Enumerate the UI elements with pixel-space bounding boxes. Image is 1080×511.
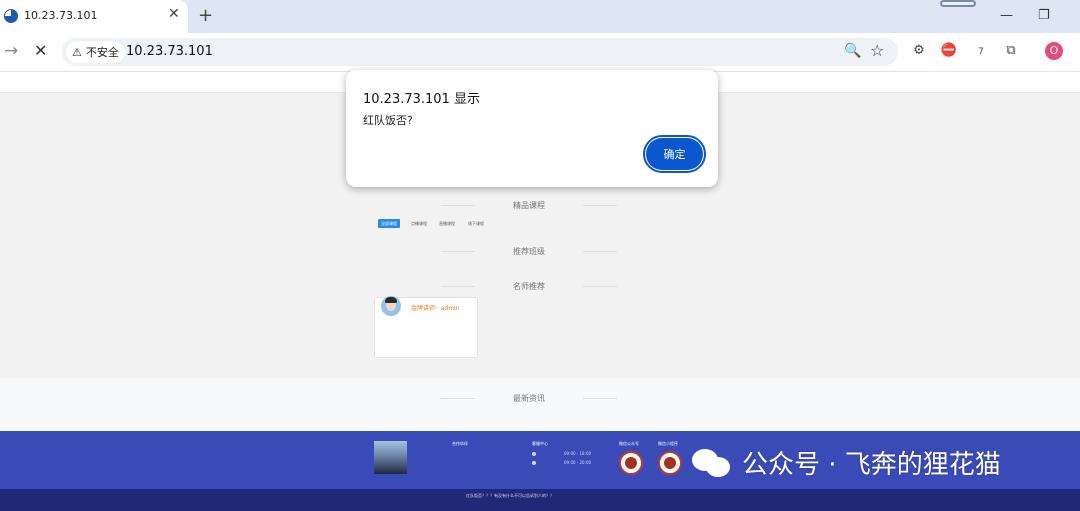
phone-icon	[532, 452, 536, 456]
service-hours-2: 09:00 - 20:00	[564, 460, 592, 465]
new-tab-button[interactable]: +	[198, 5, 213, 26]
teacher-name[interactable]: 金牌讲师 · admin	[411, 303, 460, 312]
gear-extension-icon[interactable]: ⚙	[910, 42, 928, 60]
copyright-bar: 红队饭否？？？有没有什么不可以告诉别人的？？	[0, 489, 1080, 511]
forward-icon[interactable]: →	[4, 41, 18, 61]
teacher-avatar	[381, 296, 401, 316]
section-title-classes: 推荐班级	[429, 246, 629, 257]
tab-search-pill[interactable]	[940, 0, 976, 7]
news-section: 最新资讯	[0, 378, 1080, 431]
alert-dialog: 10.23.73.101 显示 红队饭否? 确定	[346, 70, 718, 187]
filter-offline-courses[interactable]: 线下课程	[465, 219, 487, 228]
watermark-text: 公众号 · 飞奔的狸花猫	[742, 450, 1001, 480]
wechat-logo-icon	[692, 445, 732, 481]
address-bar[interactable]: ⚠ 不安全 10.23.73.101 🔍 ☆	[62, 38, 898, 66]
filter-all-courses[interactable]: 全部课程	[378, 219, 400, 228]
section-title-teachers: 名师推荐	[429, 281, 629, 292]
security-chip[interactable]: ⚠ 不安全	[66, 41, 125, 63]
dialog-title: 10.23.73.101 显示	[363, 92, 480, 107]
footer-image	[374, 441, 407, 474]
wechat-watermark: 公众号 · 飞奔的狸花猫	[692, 444, 1001, 481]
footer-miniprogram-heading: 微信小程序	[658, 441, 678, 446]
minimize-button[interactable]: —	[1000, 8, 1013, 23]
section-title-news: 最新资讯	[429, 393, 629, 404]
wechat-qr-code	[619, 451, 643, 475]
browser-toolbar: → ✕ ⚠ 不安全 10.23.73.101 🔍 ☆ ⚙ ⛔ 7 ⧉ O	[0, 33, 1080, 72]
footer-service-heading: 客服中心	[532, 441, 548, 446]
tab-strip: 10.23.73.101 ✕ + — ❐	[0, 0, 1080, 33]
footer-wechat-heading: 微信公众号	[619, 441, 639, 446]
clock-icon	[532, 461, 536, 465]
teacher-card[interactable]: 金牌讲师 · admin	[374, 296, 478, 358]
close-tab-icon[interactable]: ✕	[168, 6, 180, 22]
extension-badge: 7	[978, 47, 984, 57]
copyright-text: 红队饭否？？？有没有什么不可以告诉别人的？？	[466, 493, 554, 498]
url-text[interactable]: 10.23.73.101	[126, 44, 213, 59]
miniprogram-qr-code	[658, 451, 682, 475]
stop-loading-icon[interactable]: ✕	[34, 41, 47, 60]
restore-button[interactable]: ❐	[1038, 8, 1050, 23]
blocked-extension-icon[interactable]: ⛔	[940, 42, 958, 60]
footer-partners-heading: 合作伙伴	[452, 441, 468, 446]
counter-extension-icon[interactable]: 7	[972, 42, 990, 60]
filter-vod-courses[interactable]: 点播课程	[408, 219, 430, 228]
tab-title: 10.23.73.101	[24, 9, 98, 22]
dialog-message: 红队饭否?	[363, 114, 413, 127]
security-label: 不安全	[85, 46, 119, 59]
zoom-icon[interactable]: 🔍	[844, 43, 861, 59]
profile-avatar[interactable]: O	[1045, 42, 1063, 60]
puzzle-extensions-icon[interactable]: ⧉	[1002, 42, 1020, 60]
bookmark-star-icon[interactable]: ☆	[870, 41, 884, 60]
filter-live-courses[interactable]: 直播课程	[436, 219, 458, 228]
active-tab[interactable]: 10.23.73.101 ✕	[0, 0, 188, 33]
service-hours-1: 09:00 - 18:00	[564, 451, 592, 456]
warning-icon: ⚠	[72, 45, 82, 59]
section-title-courses: 精品课程	[429, 200, 629, 211]
site-favicon-icon	[4, 9, 18, 23]
dialog-ok-button[interactable]: 确定	[643, 135, 706, 173]
